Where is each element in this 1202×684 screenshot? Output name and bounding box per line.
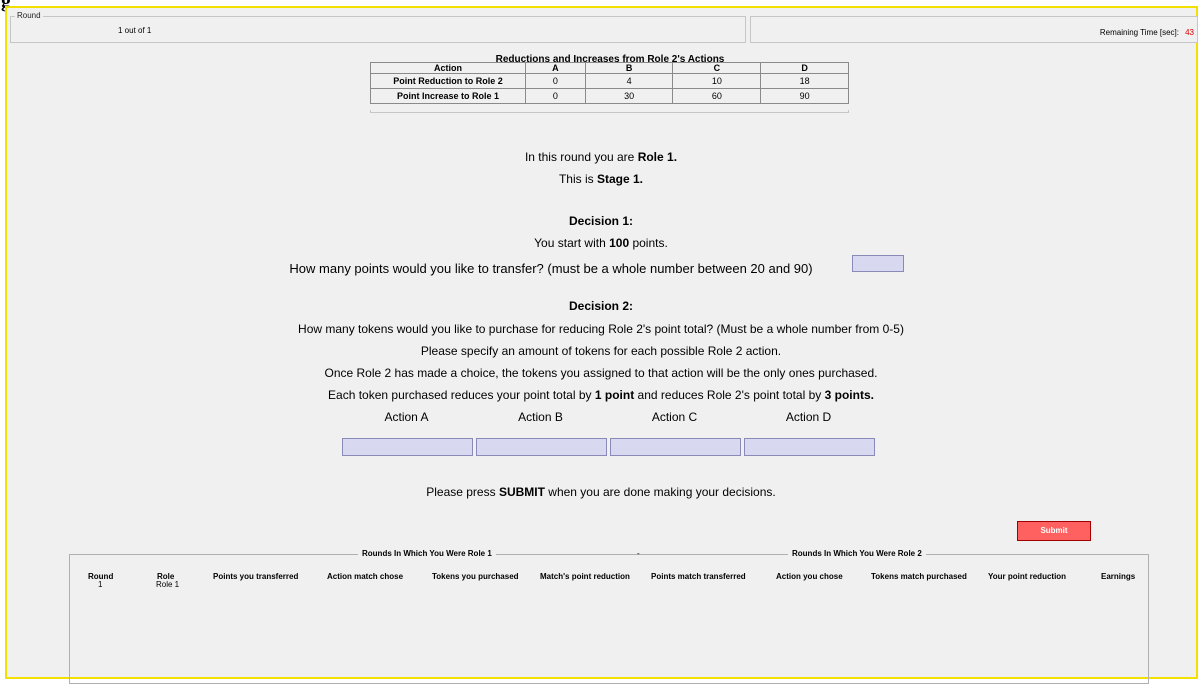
- cell: 18: [760, 73, 849, 89]
- cell: 0: [525, 88, 586, 104]
- remaining-time-label: Remaining Time [sec]:: [1099, 28, 1179, 37]
- line4-d: 3 points.: [824, 388, 874, 402]
- action-b-label: Action B: [518, 410, 563, 424]
- history-role2-legend: Rounds In Which You Were Role 2: [788, 549, 926, 558]
- line4-a: Each token purchased reduces your point …: [328, 388, 595, 402]
- round-panel: Round 1 out of 1: [10, 11, 746, 43]
- col-header-action: Action: [370, 62, 526, 74]
- remaining-time-value: 43: [1185, 28, 1194, 37]
- tokens-action-b-input[interactable]: [476, 438, 607, 456]
- transfer-question: How many points would you like to transf…: [289, 261, 813, 276]
- decision2-line3: Once Role 2 has made a choice, the token…: [324, 366, 878, 380]
- round-legend: Round: [15, 11, 43, 20]
- role-prefix: In this round you are: [524, 150, 638, 164]
- line4-c: and reduces Role 2's point total by: [634, 388, 825, 402]
- decision1-heading-text: Decision 1:: [568, 214, 634, 228]
- start-suffix: points.: [629, 236, 668, 250]
- cell: 10: [672, 73, 762, 89]
- col-header-d: D: [760, 62, 849, 74]
- role-value: Role 1.: [637, 150, 678, 164]
- table-underline: [370, 110, 849, 113]
- history-col-your-reduction: Your point reduction: [988, 572, 1067, 581]
- reductions-header-row: Action A B C D: [370, 62, 849, 74]
- decision1-heading: Decision 1:: [0, 214, 1202, 228]
- action-d-label: Action D: [785, 410, 832, 424]
- col-header-b: B: [584, 62, 674, 74]
- history-legend-dash: -: [637, 549, 640, 558]
- reductions-table: Action A B C D Point Reduction to Role 2…: [370, 62, 849, 104]
- tokens-action-d-input[interactable]: [744, 438, 875, 456]
- cell: 90: [760, 88, 849, 104]
- submit-suffix: when you are done making your decisions.: [544, 485, 776, 499]
- history-row-role: Role 1: [156, 580, 180, 589]
- cell: 4: [584, 73, 674, 89]
- decision2-line1: How many tokens would you like to purcha…: [298, 322, 904, 336]
- start-points: 100: [609, 236, 630, 250]
- stage-line: This is Stage 1.: [0, 172, 1202, 186]
- history-col-tokens-match-purchased: Tokens match purchased: [871, 572, 967, 581]
- history-col-match-transferred: Points match transferred: [651, 572, 746, 581]
- increase-row: Point Increase to Role 1 0 30 60 90: [370, 88, 849, 104]
- submit-instruction: Please press SUBMIT when you are done ma…: [0, 485, 1202, 499]
- transfer-amount-input[interactable]: [852, 255, 904, 272]
- history-col-action-you-chose: Action you chose: [776, 572, 843, 581]
- submit-prefix: Please press: [426, 485, 499, 499]
- start-prefix: You start with: [534, 236, 610, 250]
- col-header-c: C: [672, 62, 762, 74]
- action-c-label: Action C: [651, 410, 698, 424]
- round-value: 1 out of 1: [118, 26, 152, 35]
- time-panel: Remaining Time [sec]: 43: [750, 16, 1198, 43]
- reduction-row: Point Reduction to Role 2 0 4 10 18: [370, 73, 849, 89]
- history-col-points-transferred: Points you transferred: [213, 572, 299, 581]
- col-header-a: A: [525, 62, 586, 74]
- stage-value: Stage 1.: [596, 172, 644, 186]
- row-label-reduction: Point Reduction to Role 2: [370, 73, 526, 89]
- decision2-line4: Each token purchased reduces your point …: [0, 388, 1202, 402]
- stage-prefix: This is: [558, 172, 597, 186]
- submit-button[interactable]: Submit: [1017, 521, 1091, 541]
- tokens-action-a-input[interactable]: [342, 438, 473, 456]
- history-col-earnings: Earnings: [1101, 572, 1136, 581]
- decision2-heading: Decision 2:: [0, 299, 1202, 313]
- cell: 30: [584, 88, 674, 104]
- action-a-label: Action A: [384, 410, 429, 424]
- line4-b: 1 point: [594, 388, 635, 402]
- submit-bold: SUBMIT: [498, 485, 545, 499]
- cell: 60: [672, 88, 762, 104]
- history-role1-legend: Rounds In Which You Were Role 1: [358, 549, 496, 558]
- history-col-tokens-purchased: Tokens you purchased: [432, 572, 519, 581]
- history-row-round: 1: [98, 580, 103, 589]
- start-points-line: You start with 100 points.: [0, 236, 1202, 250]
- history-col-action-match-chose: Action match chose: [327, 572, 404, 581]
- history-col-match-reduction: Match's point reduction: [540, 572, 630, 581]
- tokens-action-c-input[interactable]: [610, 438, 741, 456]
- row-label-increase: Point Increase to Role 1: [370, 88, 526, 104]
- decision2-heading-text: Decision 2:: [568, 299, 634, 313]
- cell: 0: [525, 73, 586, 89]
- role-line: In this round you are Role 1.: [0, 150, 1202, 164]
- decision2-line2: Please specify an amount of tokens for e…: [420, 344, 782, 358]
